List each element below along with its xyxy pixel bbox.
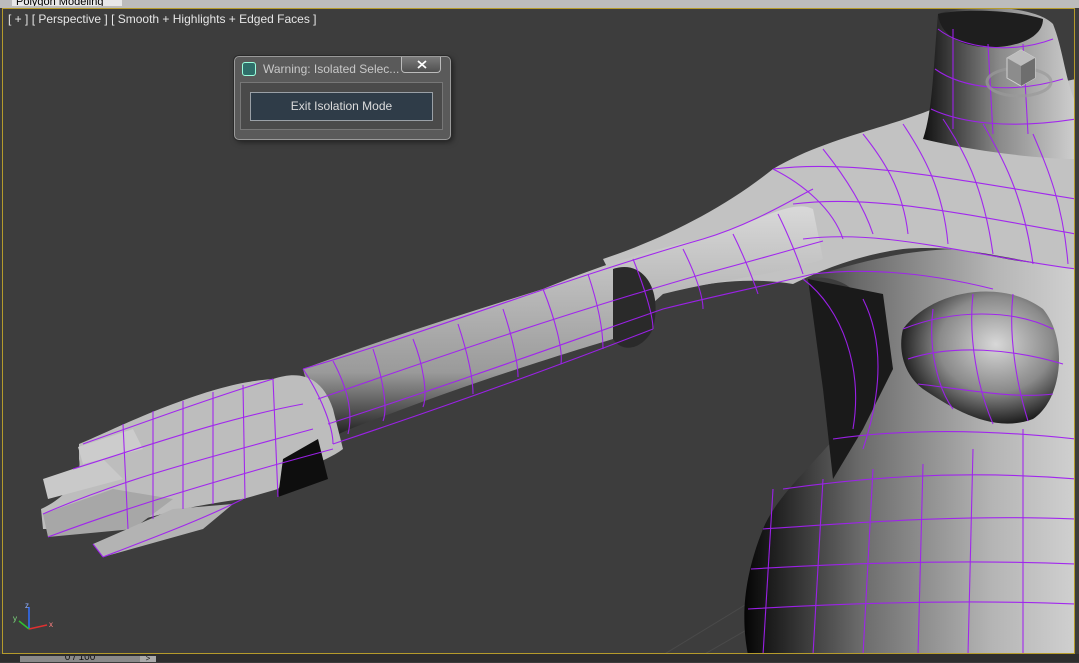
axis-y-label: y — [13, 614, 17, 623]
close-button[interactable] — [401, 57, 441, 73]
close-icon — [417, 60, 427, 69]
isolation-warning-dialog: Warning: Isolated Selec... Exit Isolatio… — [234, 56, 451, 140]
time-slider[interactable]: 0 / 100 — [20, 656, 140, 662]
viewcube-icon[interactable] — [983, 44, 1055, 104]
viewport-label: [ + ] [ Perspective ] [ Smooth + Highlig… — [8, 12, 317, 26]
perspective-viewport[interactable]: [ + ] [ Perspective ] [ Smooth + Highlig… — [2, 8, 1075, 654]
3dsmax-icon — [242, 62, 256, 76]
next-frame-button[interactable]: > — [140, 655, 156, 663]
title-strip — [0, 0, 1079, 8]
ribbon-tab-polygon-modeling[interactable]: Polygon Modeling — [12, 0, 122, 6]
exit-isolation-mode-button[interactable]: Exit Isolation Mode — [250, 92, 433, 121]
character-mesh — [41, 9, 1074, 653]
viewport-menu-plus[interactable]: [ + ] — [8, 12, 28, 26]
axis-tripod-icon: z x y — [13, 601, 53, 630]
axis-x-label: x — [49, 620, 53, 629]
viewport-shading-label[interactable]: [ Smooth + Highlights + Edged Faces ] — [111, 12, 316, 26]
dialog-body: Exit Isolation Mode — [240, 82, 443, 130]
status-strip — [0, 654, 1079, 662]
dialog-title: Warning: Isolated Selec... — [263, 62, 400, 76]
dialog-titlebar[interactable]: Warning: Isolated Selec... — [235, 57, 450, 81]
viewport-view-label[interactable]: [ Perspective ] — [32, 12, 108, 26]
axis-z-label: z — [25, 601, 29, 610]
